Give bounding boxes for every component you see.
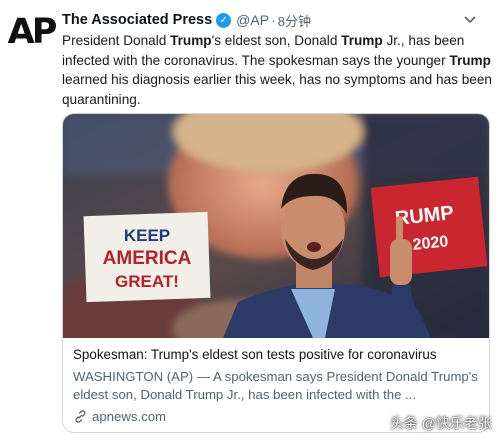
avatar-logo-text: AP xyxy=(7,12,58,52)
avatar[interactable]: AP xyxy=(7,12,58,52)
svg-text:GREAT!: GREAT! xyxy=(115,272,179,291)
link-card[interactable]: KEEP AMERICA GREAT! RUMP 2020 Spokesman:… xyxy=(62,113,490,433)
svg-text:AMERICA: AMERICA xyxy=(103,248,192,269)
tweet-text: President Donald Trump's eldest son, Don… xyxy=(62,33,492,107)
author-name[interactable]: The Associated Press xyxy=(62,12,212,28)
highlight-term: Trump xyxy=(170,33,212,48)
watermark: 头条 @快乐老张 xyxy=(389,415,492,431)
tweet-header: The Associated Press ✓ @AP · 8分钟 xyxy=(62,10,480,30)
card-photo[interactable]: KEEP AMERICA GREAT! RUMP 2020 xyxy=(63,114,489,338)
highlight-term: Trump xyxy=(449,52,491,68)
highlight-term: Trump xyxy=(341,33,383,48)
card-title[interactable]: Spokesman: Trump's eldest son tests posi… xyxy=(73,347,483,362)
card-domain: apnews.com xyxy=(92,409,167,424)
sign-right: RUMP 2020 xyxy=(370,176,488,278)
sign-left: KEEP AMERICA GREAT! xyxy=(83,211,211,303)
verified-badge-icon: ✓ xyxy=(216,12,232,28)
chevron-down-icon[interactable] xyxy=(460,10,480,30)
svg-text:KEEP: KEEP xyxy=(124,226,170,245)
tweet-time[interactable]: 8分钟 xyxy=(278,11,311,30)
card-source[interactable]: apnews.com xyxy=(73,409,166,424)
link-icon xyxy=(73,409,88,424)
author-handle[interactable]: @AP xyxy=(236,12,269,28)
card-description: WASHINGTON (AP) — A spokesman says Presi… xyxy=(73,369,478,402)
separator-dot: · xyxy=(271,12,276,28)
